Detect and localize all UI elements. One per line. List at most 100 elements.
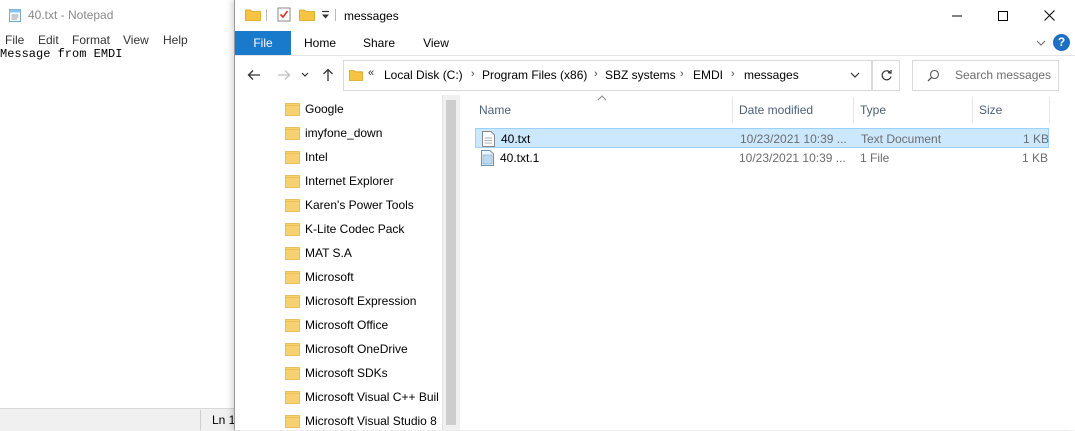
nav-folder-item[interactable]: Microsoft Expression [283,289,453,313]
scrollbar-thumb[interactable] [446,100,456,425]
back-button[interactable] [245,66,263,84]
file-date-modified: 10/23/2021 10:39 ... [740,132,847,146]
up-button[interactable] [319,66,337,84]
folder-icon [285,151,300,164]
nav-folder-label: Google [305,102,344,116]
notepad-menu-format[interactable]: Format [72,33,110,47]
nav-folder-label: Karen's Power Tools [305,198,414,212]
nav-folder-item[interactable]: Microsoft [283,265,453,289]
file-name: 40.txt.1 [500,151,540,165]
nav-folder-item[interactable]: imyfone_down [283,121,453,145]
breadcrumb-separator-icon[interactable]: › [471,68,475,80]
navigation-pane: Google imyfone_down Intel Internet Explorer… [235,95,458,430]
nav-folder-item[interactable]: Karen's Power Tools [283,193,453,217]
column-header-date-modified[interactable]: Date modified [739,103,813,117]
close-icon [1043,10,1055,21]
maximize-icon [998,10,1008,21]
help-icon[interactable]: ? [1053,34,1070,51]
new-folder-icon[interactable] [299,8,315,21]
breadcrumb-sbz-systems[interactable]: SBZ systems [605,68,676,82]
explorer-titlebar[interactable]: messages [235,0,1075,31]
column-header-name[interactable]: Name [479,103,511,117]
notepad-menu-edit[interactable]: Edit [38,33,59,47]
nav-folder-label: Microsoft Visual Studio 8 [305,414,437,428]
tab-share[interactable]: Share [355,31,403,55]
breadcrumb-local-disk[interactable]: Local Disk (C:) [384,68,463,82]
file-size: 1 KB [1022,151,1049,165]
breadcrumb-separator-icon[interactable]: › [731,68,735,80]
nav-folder-item[interactable]: K-Lite Codec Pack [283,217,453,241]
notepad-menu-file[interactable]: File [5,33,24,47]
nav-folder-label: K-Lite Codec Pack [305,222,405,236]
column-divider[interactable] [732,97,733,123]
file-explorer-window: messages File Home Share View ? « Local … [234,0,1075,430]
text-file-icon [482,131,495,147]
nav-folder-label: Microsoft [305,270,354,284]
address-overflow-icon[interactable]: « [368,67,374,79]
maximize-button[interactable] [980,0,1026,31]
notepad-title: 40.txt - Notepad [28,8,114,22]
folder-icon [285,175,300,188]
folder-icon [285,343,300,356]
folder-icon [285,247,300,260]
search-input[interactable]: Search messages [912,60,1059,91]
notepad-text-area[interactable]: Message from EMDI [0,47,122,61]
nav-folder-item[interactable]: Microsoft Visual Studio 8 [283,409,453,430]
nav-folder-label: Microsoft Visual C++ Buil [305,390,439,404]
minimize-button[interactable] [934,0,980,31]
folder-icon [285,367,300,380]
column-divider[interactable] [853,97,854,123]
up-arrow-icon [323,68,333,81]
file-date-modified: 10/23/2021 10:39 ... [739,151,846,165]
customize-toolbar-icon[interactable] [321,10,330,20]
column-divider[interactable] [1049,97,1050,123]
notepad-menu-view[interactable]: View [123,33,149,47]
nav-folder-item[interactable]: Intel [283,145,453,169]
back-arrow-icon [247,70,260,80]
nav-folder-item[interactable]: Internet Explorer [283,169,453,193]
tab-view[interactable]: View [413,31,459,55]
nav-folder-label: Microsoft Expression [305,294,417,308]
file-row[interactable]: 40.txt.1 10/23/2021 10:39 ... 1 File 1 KB [475,148,1049,168]
nav-folder-label: Microsoft OneDrive [305,342,408,356]
chevron-down-icon [301,72,309,77]
tab-home[interactable]: Home [297,31,343,55]
nav-folder-item[interactable]: MAT S.A [283,241,453,265]
column-divider[interactable] [972,97,973,123]
notepad-titlebar[interactable]: 40.txt - Notepad [0,0,240,30]
folder-icon [285,391,300,404]
breadcrumb-separator-icon[interactable]: › [594,68,598,80]
nav-folder-item[interactable]: Microsoft OneDrive [283,337,453,361]
status-line-number: Ln 1 [212,413,236,427]
breadcrumb-program-files[interactable]: Program Files (x86) [482,68,587,82]
quick-access-divider [266,9,267,21]
breadcrumb-messages[interactable]: messages [744,68,799,82]
folder-icon [285,271,300,284]
folder-icon [285,103,300,116]
nav-folder-item[interactable]: Microsoft SDKs [283,361,453,385]
breadcrumb-separator-icon[interactable]: › [680,68,684,80]
nav-folder-label: Microsoft SDKs [305,366,388,380]
properties-icon[interactable] [277,7,291,22]
breadcrumb-emdi[interactable]: EMDI [693,68,723,82]
address-bar[interactable]: « Local Disk (C:) › Program Files (x86) … [343,60,872,91]
nav-folder-item[interactable]: Microsoft Visual C++ Buil [283,385,453,409]
nav-folder-label: Microsoft Office [305,318,389,332]
tab-file[interactable]: File [235,31,291,55]
refresh-button[interactable] [872,60,900,91]
navigation-scrollbar[interactable] [442,95,460,430]
address-dropdown-icon[interactable] [849,68,861,82]
file-size: 1 KB [1023,132,1050,146]
minimize-icon [952,15,962,16]
expand-ribbon-icon[interactable] [1035,37,1047,49]
forward-button[interactable] [275,66,293,84]
notepad-menu-help[interactable]: Help [163,33,188,47]
close-button[interactable] [1026,0,1072,31]
nav-folder-item[interactable]: Google [283,97,453,121]
refresh-icon [881,70,892,81]
nav-folder-item[interactable]: Microsoft Office [283,313,453,337]
column-header-size[interactable]: Size [979,103,1002,117]
column-header-type[interactable]: Type [860,103,886,117]
recent-locations-button[interactable] [299,66,311,84]
file-row[interactable]: 40.txt 10/23/2021 10:39 ... Text Document 1… [475,128,1049,148]
